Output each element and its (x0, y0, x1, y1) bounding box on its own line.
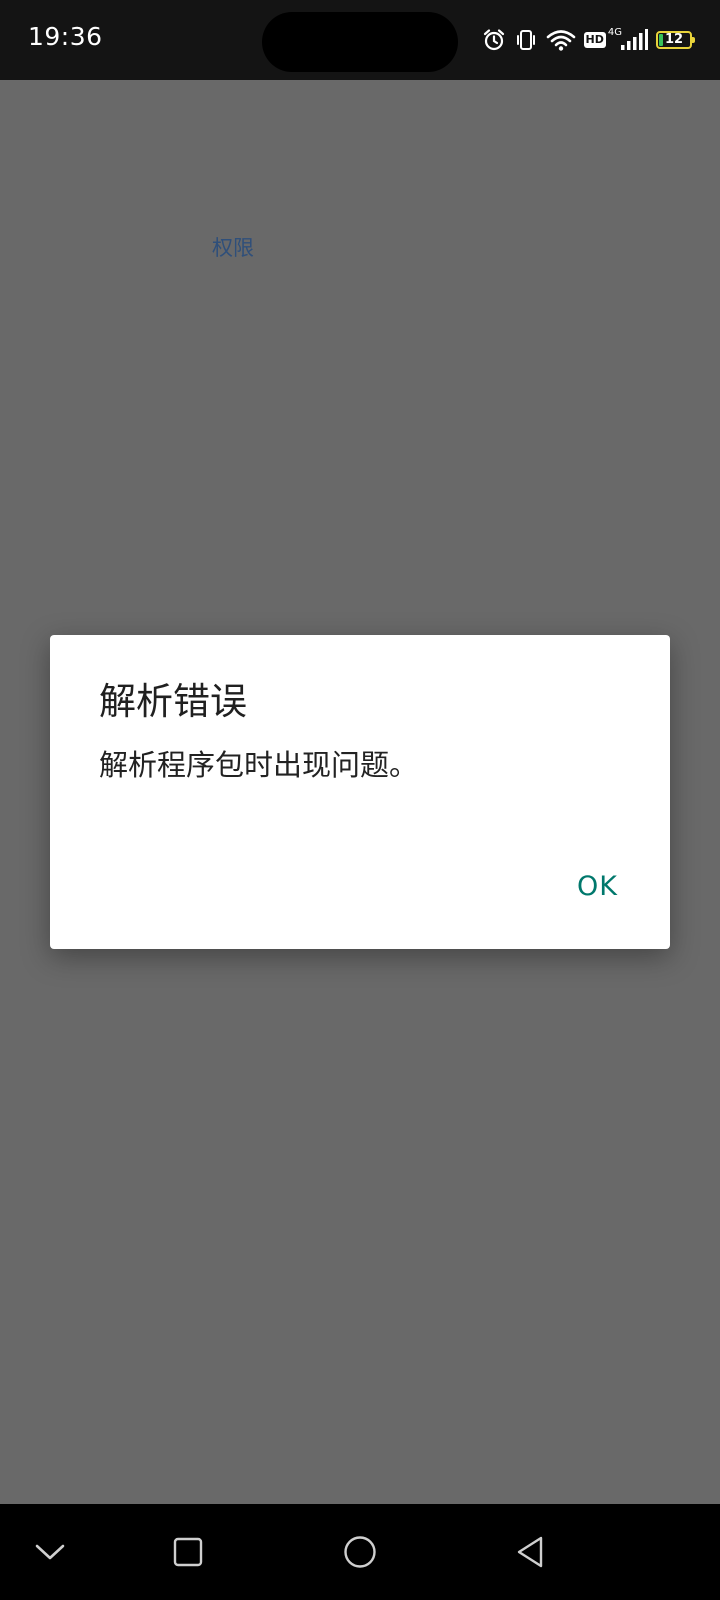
status-bar: 19:36 HD 4G 12 (0, 0, 720, 80)
home-circle-icon (343, 1535, 377, 1569)
network-type: 4G (607, 26, 622, 38)
wifi-icon (546, 28, 576, 52)
navigation-bar (0, 1504, 720, 1600)
cellular-signal-icon (620, 29, 648, 51)
home-button[interactable] (336, 1528, 384, 1576)
nav-hide-button[interactable] (26, 1528, 74, 1576)
parse-error-dialog: 解析错误 解析程序包时出现问题。 OK (50, 635, 670, 949)
permission-link[interactable]: 权限 (212, 232, 254, 262)
back-button[interactable] (506, 1528, 554, 1576)
status-icons: HD 4G 12 (482, 24, 695, 56)
back-triangle-icon (515, 1535, 545, 1569)
hd-icon: HD (583, 32, 606, 48)
recent-apps-button[interactable] (164, 1528, 212, 1576)
dialog-message: 解析程序包时出现问题。 (99, 748, 419, 782)
vibrate-icon (514, 28, 538, 52)
alarm-icon (482, 28, 506, 52)
status-time: 19:36 (28, 22, 103, 51)
chevron-down-icon (34, 1542, 66, 1562)
battery-level: 12 (664, 32, 684, 47)
dialog-title: 解析错误 (99, 680, 247, 723)
recent-apps-square-icon (173, 1537, 203, 1567)
battery-icon: 12 (656, 31, 695, 49)
ok-button[interactable]: OK (569, 867, 626, 906)
camera-cutout (262, 12, 458, 72)
